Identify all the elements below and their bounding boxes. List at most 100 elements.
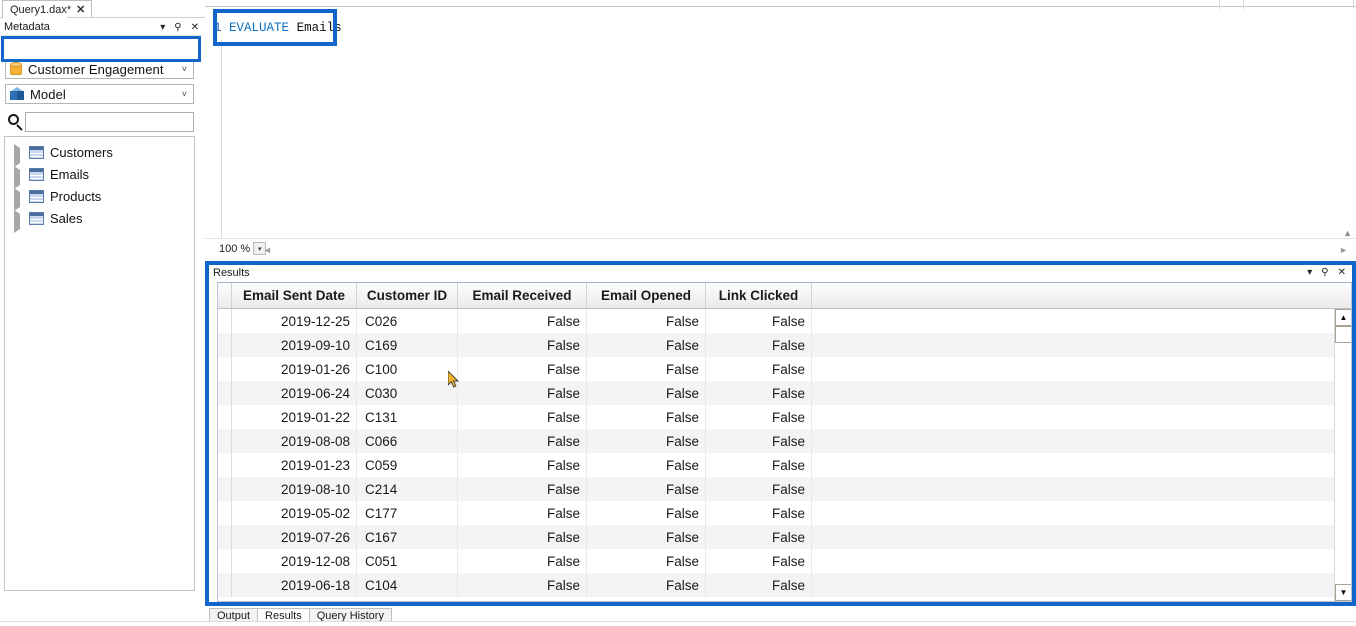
cell-link-clicked: False: [706, 429, 812, 453]
results-grid-body: 2019-12-25 C026 False False False 2019-09-10 C…: [218, 309, 1351, 597]
table-icon: [29, 145, 44, 159]
cell-link-clicked: False: [706, 453, 812, 477]
pin-icon[interactable]: ⚲: [174, 22, 181, 33]
tree-item-emails[interactable]: Emails: [5, 163, 194, 189]
cell-email-sent-date: 2019-06-18: [232, 573, 357, 597]
table-row[interactable]: 2019-07-26 C167 False False False: [218, 525, 1351, 549]
table-row[interactable]: 2019-01-22 C131 False False False: [218, 405, 1351, 429]
row-selector[interactable]: [218, 429, 232, 453]
chevron-right-icon[interactable]: [14, 187, 23, 211]
column-header-email-opened[interactable]: Email Opened: [587, 283, 706, 308]
code-area[interactable]: 1 EVALUATE Emails: [205, 9, 1356, 238]
results-panel-tools: ▾ ⚲ ✕: [1307, 265, 1346, 280]
hscroll-right-arrow[interactable]: ►: [1339, 245, 1348, 255]
chevron-down-icon[interactable]: ˅: [182, 64, 191, 74]
cell-email-opened: False: [587, 405, 706, 429]
cell-email-received: False: [458, 333, 587, 357]
cell-link-clicked: False: [706, 477, 812, 501]
metadata-panel-title: Metadata: [4, 21, 50, 33]
tree-item-products[interactable]: Products: [5, 185, 194, 211]
table-icon: [29, 167, 44, 181]
scroll-up-button[interactable]: ▲: [1335, 309, 1351, 326]
database-selector[interactable]: Customer Engagement ˅: [5, 59, 194, 79]
table-row[interactable]: 2019-06-24 C030 False False False: [218, 381, 1351, 405]
cell-email-opened: False: [587, 381, 706, 405]
column-header-customer-id[interactable]: Customer ID: [357, 283, 458, 308]
table-row[interactable]: 2019-12-25 C026 False False False: [218, 309, 1351, 333]
metadata-panel: Metadata ▾ ⚲ ✕ Customer Engagement ˅ Mod…: [0, 19, 203, 607]
close-icon[interactable]: ✕: [191, 22, 199, 33]
table-row[interactable]: 2019-08-10 C214 False False False: [218, 477, 1351, 501]
row-selector[interactable]: [218, 357, 232, 381]
results-vertical-scrollbar[interactable]: ▲ ▼: [1334, 309, 1351, 601]
cell-email-opened: False: [587, 357, 706, 381]
cell-link-clicked: False: [706, 573, 812, 597]
table-row[interactable]: 2019-05-02 C177 False False False: [218, 501, 1351, 525]
cell-email-opened: False: [587, 453, 706, 477]
row-selector[interactable]: [218, 525, 232, 549]
chevron-down-icon[interactable]: ▾: [1307, 267, 1312, 278]
table-row[interactable]: 2019-06-18 C104 False False False: [218, 573, 1351, 597]
line-number: 1: [214, 21, 222, 35]
zoom-control[interactable]: 100 % ▾: [219, 242, 267, 255]
editor-guide-rule-3: [1353, 0, 1354, 8]
close-icon[interactable]: ✕: [76, 4, 85, 16]
chevron-right-icon[interactable]: [14, 165, 23, 189]
cell-filler: [812, 357, 1351, 381]
cell-customer-id: C131: [357, 405, 458, 429]
cell-email-received: False: [458, 381, 587, 405]
scroll-down-button[interactable]: ▼: [1335, 584, 1351, 601]
search-input[interactable]: [25, 112, 194, 132]
tree-item-customers[interactable]: Customers: [5, 141, 194, 167]
column-header-link-clicked[interactable]: Link Clicked: [706, 283, 812, 308]
pin-icon[interactable]: ⚲: [1321, 267, 1328, 278]
column-header-email-sent-date[interactable]: Email Sent Date: [232, 283, 357, 308]
table-row[interactable]: 2019-08-08 C066 False False False: [218, 429, 1351, 453]
chevron-right-icon[interactable]: [14, 143, 23, 167]
row-selector[interactable]: [218, 453, 232, 477]
cell-email-sent-date: 2019-08-10: [232, 477, 357, 501]
table-row[interactable]: 2019-09-10 C169 False False False: [218, 333, 1351, 357]
table-row[interactable]: 2019-12-08 C051 False False False: [218, 549, 1351, 573]
close-icon[interactable]: ✕: [1338, 267, 1346, 278]
table-row[interactable]: 2019-01-23 C059 False False False: [218, 453, 1351, 477]
metadata-panel-caption: Metadata ▾ ⚲ ✕: [0, 19, 203, 36]
cell-filler: [812, 333, 1351, 357]
model-selector[interactable]: Model ˅: [5, 84, 194, 104]
document-tab-query1[interactable]: Query1.dax* ✕: [2, 0, 93, 18]
document-tab-label: Query1.dax*: [10, 4, 72, 16]
tree-item-label: Emails: [50, 166, 90, 182]
editor-vertical-scroll-up[interactable]: ▲: [1343, 228, 1352, 238]
code-keyword: EVALUATE: [229, 21, 290, 35]
results-grid[interactable]: Email Sent Date Customer ID Email Receiv…: [217, 282, 1352, 602]
row-selector[interactable]: [218, 333, 232, 357]
results-grid-header: Email Sent Date Customer ID Email Receiv…: [218, 283, 1351, 309]
row-selector[interactable]: [218, 309, 232, 333]
chevron-down-icon[interactable]: ▾: [160, 22, 165, 33]
table-row[interactable]: 2019-01-26 C100 False False False: [218, 357, 1351, 381]
cell-email-sent-date: 2019-06-24: [232, 381, 357, 405]
metadata-search-row: [5, 111, 194, 133]
chevron-right-icon[interactable]: [14, 209, 23, 233]
cell-customer-id: C177: [357, 501, 458, 525]
row-selector[interactable]: [218, 405, 232, 429]
query-editor[interactable]: 1 EVALUATE Emails ▲: [205, 0, 1356, 238]
cell-filler: [812, 309, 1351, 333]
column-header-filler: [812, 283, 1351, 308]
cell-link-clicked: False: [706, 549, 812, 573]
row-selector[interactable]: [218, 501, 232, 525]
cell-email-received: False: [458, 573, 587, 597]
row-selector[interactable]: [218, 549, 232, 573]
tree-item-sales[interactable]: Sales: [5, 207, 194, 233]
row-selector[interactable]: [218, 381, 232, 405]
row-selector[interactable]: [218, 477, 232, 501]
hscroll-left-arrow[interactable]: ◄: [263, 245, 272, 255]
column-header-email-received[interactable]: Email Received: [458, 283, 587, 308]
cell-email-received: False: [458, 309, 587, 333]
tree-item-label: Sales: [50, 210, 83, 226]
scrollbar-thumb[interactable]: [1335, 326, 1351, 343]
chevron-down-icon[interactable]: ˅: [182, 89, 191, 99]
cell-link-clicked: False: [706, 525, 812, 549]
cell-email-received: False: [458, 477, 587, 501]
row-selector[interactable]: [218, 573, 232, 597]
